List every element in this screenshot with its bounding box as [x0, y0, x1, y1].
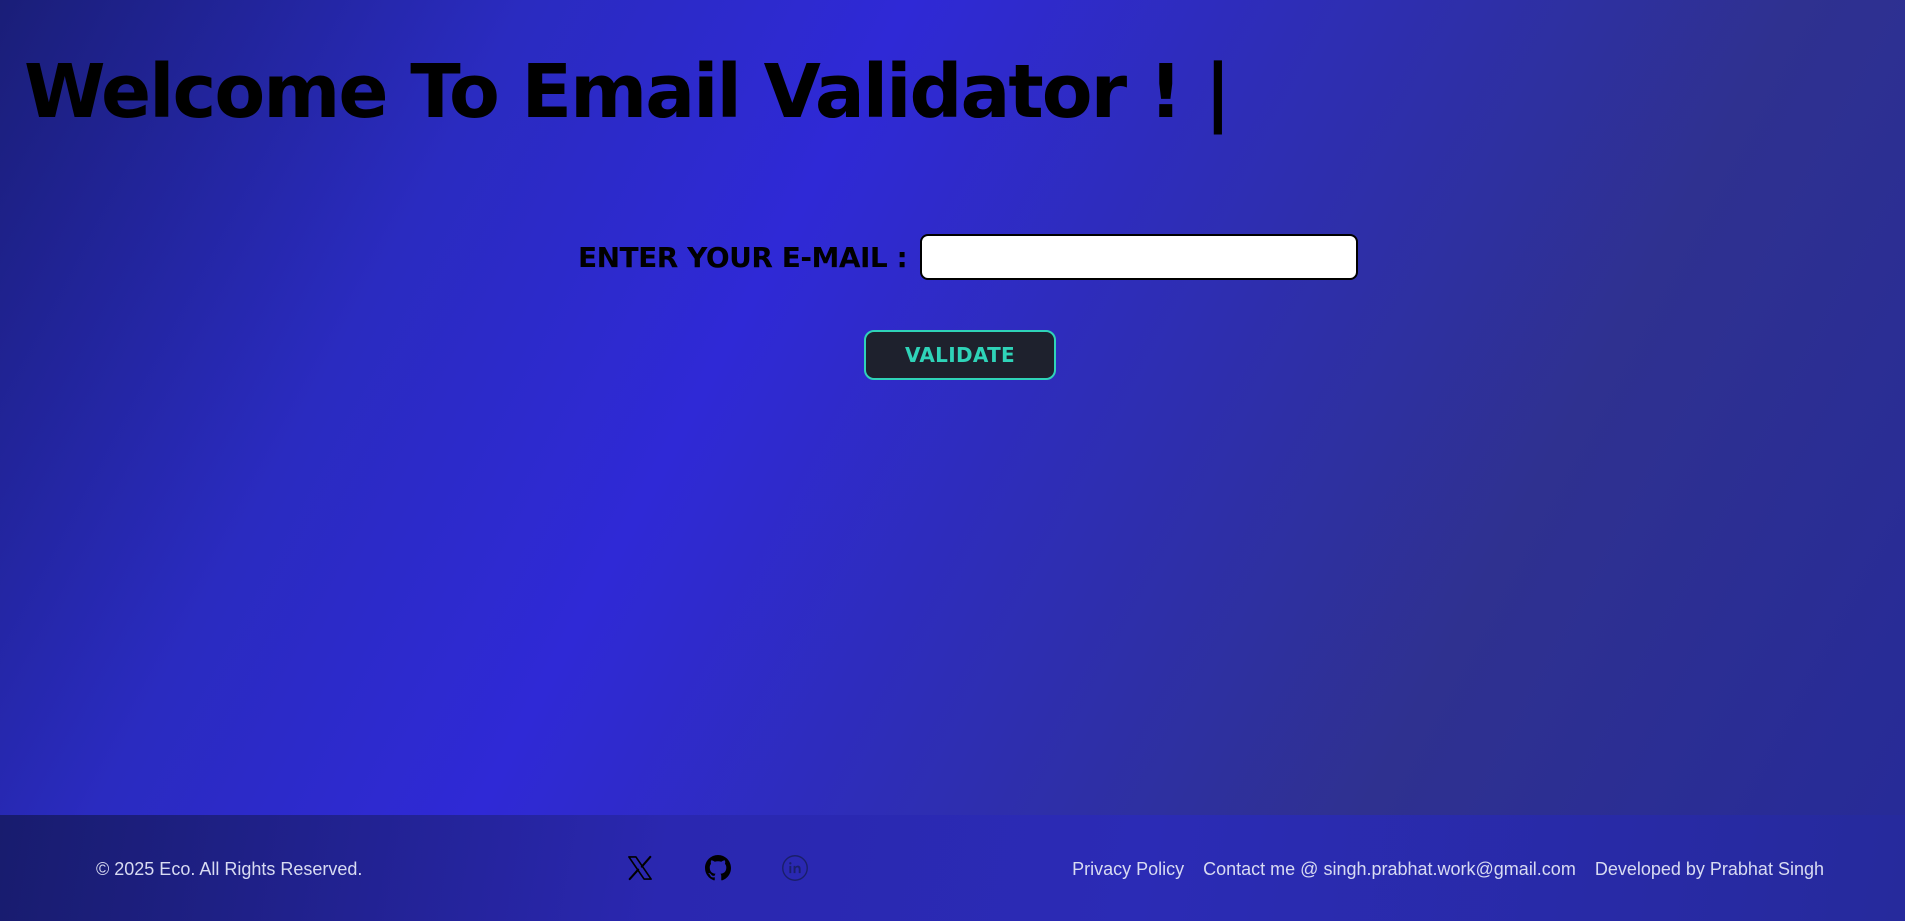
email-form-row: ENTER YOUR E-MAIL :	[578, 234, 1359, 280]
copyright-text: © 2025 Eco. All Rights Reserved.	[96, 859, 363, 879]
x-link[interactable]	[623, 851, 657, 885]
contact-link[interactable]: Contact me @ singh.prabhat.work@gmail.co…	[1203, 859, 1576, 880]
github-link[interactable]	[701, 851, 735, 885]
github-icon	[705, 855, 731, 881]
footer-links: Privacy Policy Contact me @ singh.prabha…	[1072, 859, 1824, 880]
x-icon	[626, 854, 654, 882]
validate-button[interactable]: VALIDATE	[864, 330, 1056, 380]
linkedin-link[interactable]	[778, 851, 812, 885]
linkedin-icon	[781, 854, 809, 882]
email-label: ENTER YOUR E-MAIL :	[578, 240, 908, 274]
page-title: Welcome To Email Validator ! |	[24, 49, 1231, 135]
footer: © 2025 Eco. All Rights Reserved. Privacy…	[0, 815, 1905, 921]
privacy-policy-link[interactable]: Privacy Policy	[1072, 859, 1184, 880]
email-input[interactable]	[920, 234, 1359, 280]
developer-credit[interactable]: Developed by Prabhat Singh	[1595, 859, 1824, 880]
